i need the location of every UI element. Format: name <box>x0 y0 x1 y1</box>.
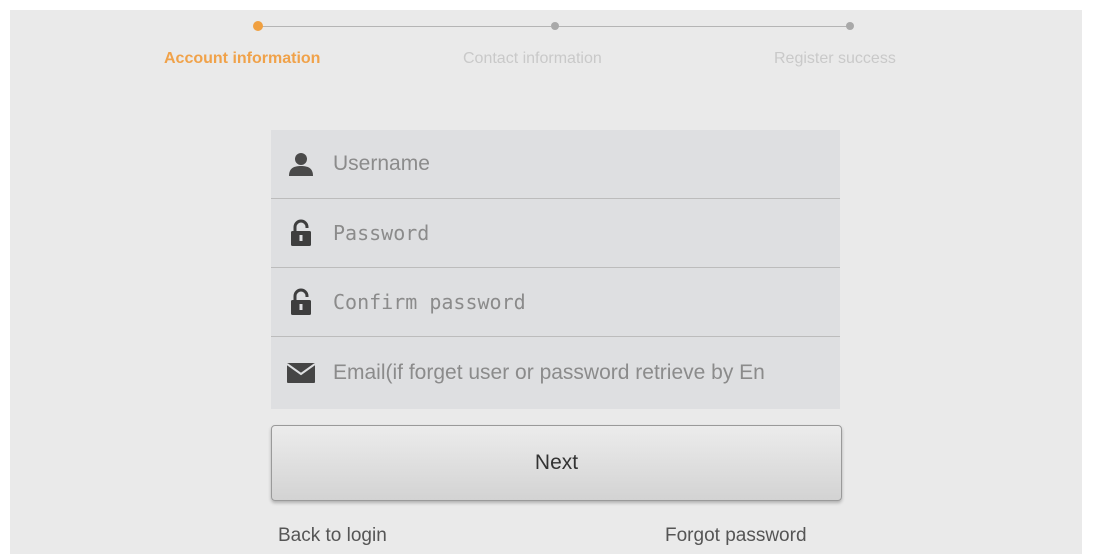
step-label-account: Account information <box>164 50 321 67</box>
registration-form <box>271 130 840 409</box>
step-dot-account <box>253 21 263 31</box>
username-row <box>271 130 840 199</box>
next-button[interactable]: Next <box>271 425 842 501</box>
password-row <box>271 199 840 268</box>
lock-icon <box>287 219 315 247</box>
envelope-icon <box>287 359 315 387</box>
lock-icon <box>287 288 315 316</box>
forgot-password-link[interactable]: Forgot password <box>665 525 807 547</box>
back-to-login-link[interactable]: Back to login <box>278 525 387 547</box>
step-dot-contact <box>551 22 559 30</box>
stepper-line-2 <box>555 26 849 27</box>
username-input[interactable] <box>333 130 830 198</box>
email-row <box>271 337 840 409</box>
confirm-password-input[interactable] <box>333 268 830 336</box>
step-label-contact: Contact information <box>463 50 602 67</box>
email-input[interactable] <box>333 337 830 409</box>
password-input[interactable] <box>333 199 830 267</box>
step-label-success: Register success <box>774 50 896 67</box>
step-dot-success <box>846 22 854 30</box>
stepper-line-1 <box>259 26 551 27</box>
user-icon <box>287 150 315 178</box>
registration-stepper: Account information Contact information … <box>0 0 1094 80</box>
confirm-password-row <box>271 268 840 337</box>
